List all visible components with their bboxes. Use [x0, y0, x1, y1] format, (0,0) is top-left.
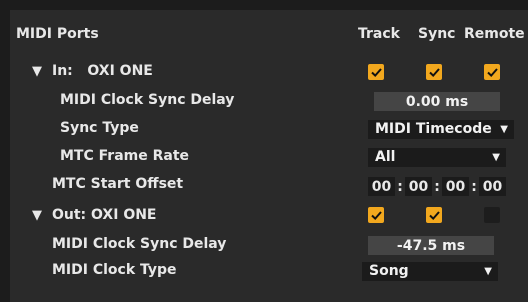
timecode-separator: : [397, 178, 403, 195]
checkmark-icon [486, 67, 498, 77]
mtc-start-offset-label: MTC Start Offset [52, 176, 184, 192]
midi-clock-type-dropdown[interactable]: Song ▼ [362, 262, 498, 281]
dropdown-arrow-icon: ▼ [500, 124, 508, 135]
mtc-offset-hours[interactable]: 00 [368, 177, 395, 196]
dropdown-arrow-icon: ▼ [484, 266, 492, 277]
in-clock-sync-delay-label: MIDI Clock Sync Delay [60, 92, 235, 108]
in-sync-checkbox[interactable] [426, 64, 442, 80]
out-sync-checkbox[interactable] [426, 207, 442, 223]
collapse-triangle-icon[interactable]: ▼ [32, 64, 42, 79]
timecode-separator: : [471, 178, 477, 195]
remote-column-header: Remote [464, 26, 525, 42]
output-port-name: Out: OXI ONE [52, 207, 157, 223]
input-port-name: In: OXI ONE [52, 63, 153, 79]
collapse-triangle-icon[interactable]: ▼ [32, 208, 42, 223]
dropdown-arrow-icon: ▼ [492, 152, 500, 163]
out-track-checkbox[interactable] [368, 207, 384, 223]
checkmark-icon [370, 210, 382, 220]
mtc-frame-rate-value: All [375, 149, 396, 165]
midi-clock-type-label: MIDI Clock Type [52, 262, 177, 278]
checkmark-icon [370, 67, 382, 77]
out-clock-sync-delay-label: MIDI Clock Sync Delay [52, 236, 227, 252]
timecode-separator: : [434, 178, 440, 195]
mtc-frame-rate-label: MTC Frame Rate [60, 148, 190, 164]
mtc-start-offset-field: 00 : 00 : 00 : 00 [368, 176, 514, 197]
in-remote-checkbox[interactable] [484, 64, 500, 80]
sync-type-value: MIDI Timecode [375, 121, 492, 137]
checkmark-icon [428, 67, 440, 77]
in-track-checkbox[interactable] [368, 64, 384, 80]
mtc-offset-seconds[interactable]: 00 [442, 177, 469, 196]
mtc-offset-frames[interactable]: 00 [479, 177, 506, 196]
mtc-frame-rate-dropdown[interactable]: All ▼ [368, 148, 506, 167]
track-column-header: Track [358, 26, 400, 42]
midi-clock-type-value: Song [369, 263, 409, 279]
mtc-offset-minutes[interactable]: 00 [405, 177, 432, 196]
sync-type-label: Sync Type [60, 120, 139, 136]
out-clock-sync-delay-field[interactable]: -47.5 ms [368, 236, 494, 255]
sync-type-dropdown[interactable]: MIDI Timecode ▼ [368, 120, 514, 139]
checkmark-icon [428, 210, 440, 220]
out-remote-checkbox[interactable] [484, 207, 500, 223]
in-clock-sync-delay-field[interactable]: 0.00 ms [374, 92, 500, 111]
midi-ports-title: MIDI Ports [16, 26, 99, 42]
sync-column-header: Sync [418, 26, 456, 42]
